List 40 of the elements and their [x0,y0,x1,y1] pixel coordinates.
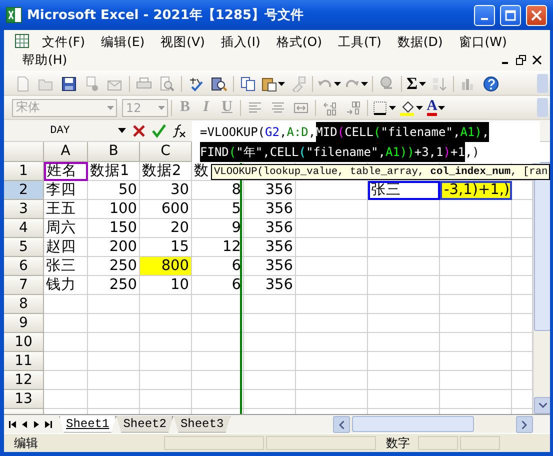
formula-field[interactable]: =VLOOKUP(G2,A:D,MID(CELL("filename",A1), FIND("年",CELL("filename",A1))+3,1)+1,) [192,121,540,163]
menu-item[interactable]: 窗口(W) [450,33,515,51]
table-cell: 姓名 [44,162,88,181]
menu-item[interactable]: 数据(D) [389,33,451,51]
menu-item[interactable]: 帮助(H) [14,51,76,69]
row-header[interactable]: 11 [4,352,44,371]
menu-item[interactable]: 工具(T) [330,33,390,51]
status-mode: 编辑 [13,434,39,452]
row-header[interactable]: 12 [4,371,44,390]
menu-item[interactable]: 文件(F) [34,33,93,51]
row-header[interactable]: 3 [4,200,44,219]
function-tooltip: VLOOKUP(lookup_value, table_array, col_index_num, [ran [211,164,550,180]
menu-item[interactable]: 编辑(E) [92,33,153,51]
row-header[interactable]: 13 [4,390,44,409]
row-header[interactable]: 10 [4,333,44,352]
table-cell: 800 [140,257,192,276]
menu-item[interactable]: 插入(I) [212,33,268,51]
sheet-tab[interactable]: Sheet2 [116,416,174,432]
table-cell: 张三 [368,181,440,200]
column-header[interactable]: B [88,142,140,162]
status-indicator: 数字 [385,434,411,452]
row-header[interactable]: 4 [4,219,44,238]
sheet-tab[interactable]: Sheet1 [59,416,116,432]
row-header[interactable]: 9 [4,314,44,333]
menu-item[interactable]: 视图(V) [152,33,213,51]
row-header[interactable]: 8 [4,295,44,314]
window-title: Microsoft Excel - 2021年【1285】号文件 [27,6,305,24]
cell-editor[interactable]: -3,1)+1,) [440,181,512,200]
row-header[interactable]: 1 [4,162,44,181]
row-header[interactable]: 7 [4,276,44,295]
autosum-button[interactable]: Σ [406,74,418,94]
name-box[interactable]: DAY [8,122,118,140]
row-header[interactable]: 6 [4,257,44,276]
column-header[interactable]: A [44,142,88,162]
column-header[interactable]: C [140,142,192,162]
row-header[interactable]: 2 [4,181,44,200]
row-header[interactable]: 5 [4,238,44,257]
menu-item[interactable]: 格式(O) [268,33,330,51]
font-color-button[interactable]: A [426,100,438,116]
sheet-tab[interactable]: Sheet3 [173,416,231,432]
